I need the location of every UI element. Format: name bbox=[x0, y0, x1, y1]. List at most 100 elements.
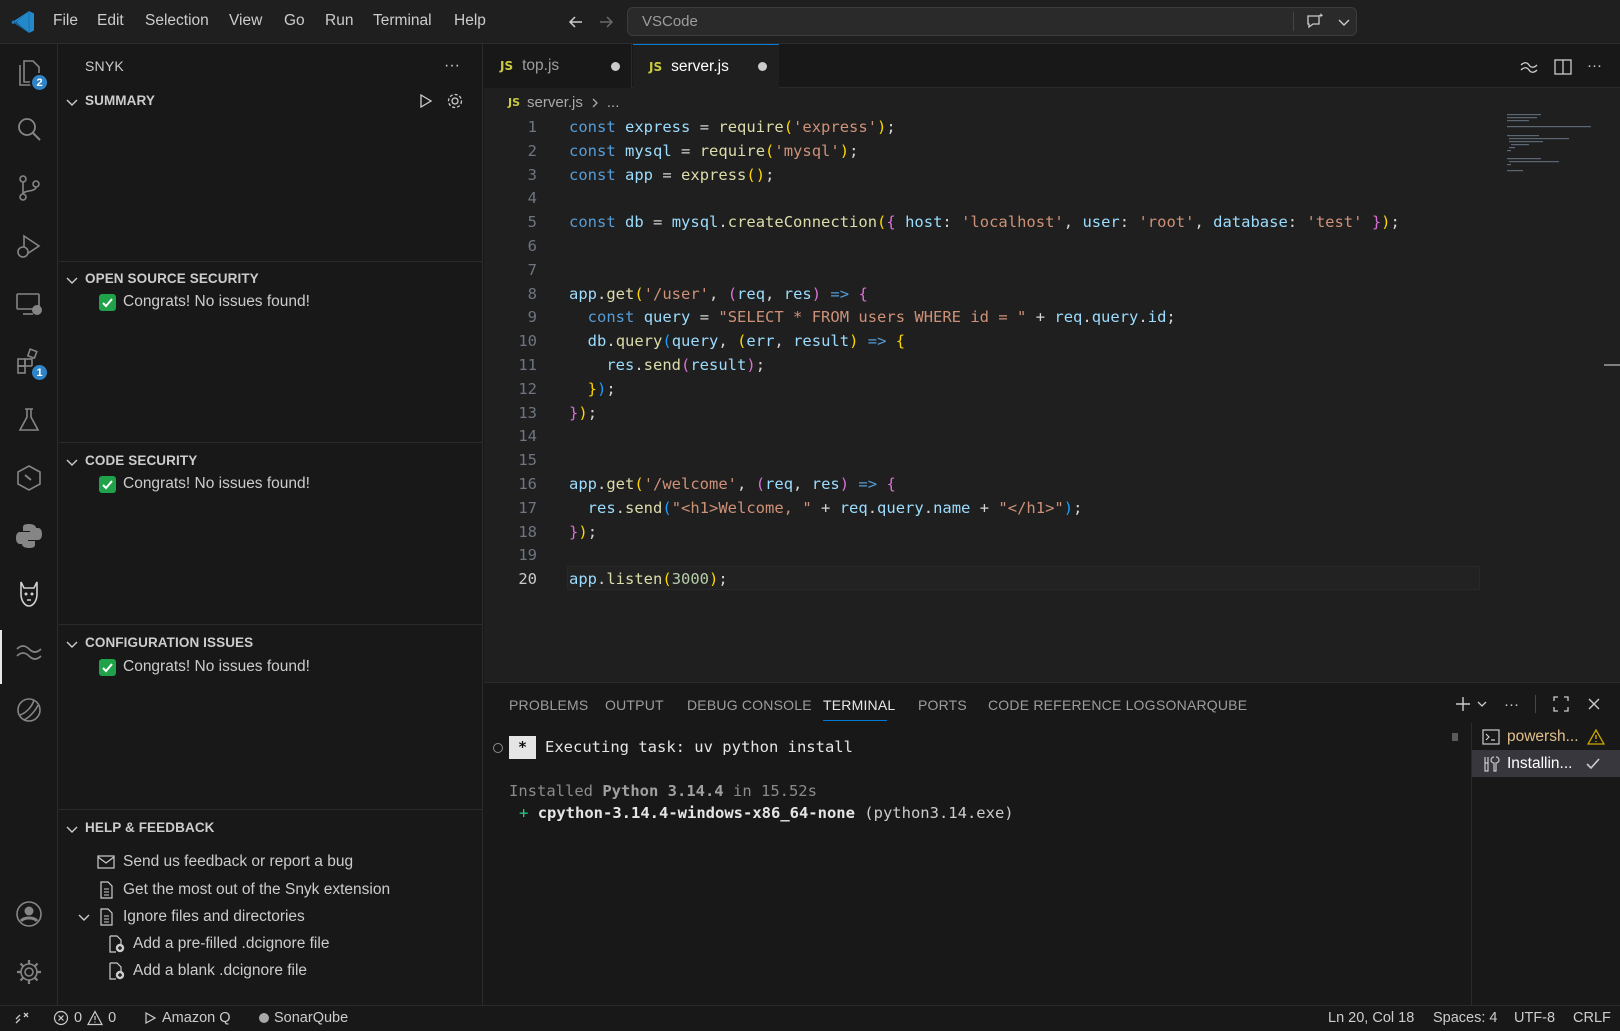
menu-terminal[interactable]: Terminal bbox=[373, 12, 432, 30]
help-item-ignore[interactable]: Ignore files and directories bbox=[77, 904, 305, 930]
code-line: }); bbox=[569, 522, 598, 541]
encoding[interactable]: UTF-8 bbox=[1514, 1010, 1555, 1026]
gear-icon[interactable] bbox=[445, 91, 465, 111]
cursor-position[interactable]: Ln 20, Col 18 bbox=[1328, 1010, 1414, 1026]
settings-gear-icon[interactable] bbox=[0, 944, 58, 1000]
section-title: OPEN SOURCE SECURITY bbox=[85, 271, 259, 286]
remote-indicator[interactable] bbox=[14, 1010, 30, 1026]
terminal-output[interactable]: * Executing task: uv python install Inst… bbox=[484, 723, 1442, 1006]
line-number: 14 bbox=[518, 427, 537, 446]
terminal-item-installing[interactable]: Installin... bbox=[1472, 750, 1620, 777]
no-issues-text: Congrats! No issues found! bbox=[123, 658, 310, 675]
tab-output[interactable]: OUTPUT bbox=[605, 697, 664, 713]
amazon-q-wave-icon[interactable] bbox=[1519, 57, 1539, 77]
unsaved-dot-icon[interactable] bbox=[758, 62, 767, 71]
section-summary[interactable]: SUMMARY bbox=[59, 88, 483, 116]
more-actions-icon[interactable]: ··· bbox=[1587, 57, 1602, 77]
code-line: const app = express(); bbox=[569, 165, 775, 184]
activity-bar: 2 1 bbox=[0, 44, 58, 1005]
end-of-line[interactable]: CRLF bbox=[1573, 1010, 1611, 1026]
help-item-prefilled[interactable]: Add a pre-filled .dcignore file bbox=[107, 931, 329, 957]
menu-selection[interactable]: Selection bbox=[145, 12, 209, 30]
chevron-down-icon[interactable] bbox=[1476, 698, 1488, 710]
unsaved-dot-icon[interactable] bbox=[611, 62, 620, 71]
maximize-panel-icon[interactable] bbox=[1552, 695, 1570, 713]
section-help-feedback[interactable]: HELP & FEEDBACK bbox=[59, 815, 483, 843]
menu-help[interactable]: Help bbox=[454, 12, 486, 30]
terminal-scrollbar[interactable] bbox=[1452, 733, 1458, 741]
python-version: Python 3.14.4 bbox=[602, 782, 724, 800]
amazon-q-wave-icon[interactable] bbox=[0, 624, 58, 680]
more-actions-icon[interactable]: ··· bbox=[1504, 696, 1519, 713]
sonarqube-status[interactable]: SonarQube bbox=[259, 1010, 348, 1026]
terminal-item-powershell[interactable]: powersh... bbox=[1472, 723, 1620, 750]
code-line: db.query(query, (err, result) => { bbox=[587, 332, 906, 351]
play-icon[interactable] bbox=[416, 92, 434, 110]
breadcrumb-rest[interactable]: ... bbox=[607, 94, 620, 111]
new-terminal-plus-icon[interactable] bbox=[1454, 695, 1472, 713]
breadcrumb-file[interactable]: server.js bbox=[527, 94, 583, 111]
tab-server-js[interactable]: JS server.js bbox=[633, 44, 779, 88]
tab-terminal[interactable]: TERMINAL bbox=[823, 697, 895, 713]
python-icon[interactable] bbox=[0, 508, 58, 564]
line-number: 19 bbox=[518, 546, 537, 565]
search-icon[interactable] bbox=[0, 102, 58, 158]
tools-icon bbox=[1484, 755, 1500, 772]
chevron-down-icon[interactable] bbox=[1336, 14, 1352, 30]
bottom-panel: PROBLEMS OUTPUT DEBUG CONSOLE TERMINAL P… bbox=[484, 682, 1620, 1006]
code-line: app.get('/welcome', (req, res) => { bbox=[569, 475, 896, 493]
menu-file[interactable]: File bbox=[53, 12, 78, 30]
help-item-blank[interactable]: Add a blank .dcignore file bbox=[107, 958, 307, 984]
tab-sonarqube[interactable]: SONARQUBE bbox=[1156, 697, 1247, 713]
snyk-icon[interactable] bbox=[0, 566, 58, 622]
close-icon[interactable] bbox=[1586, 696, 1602, 712]
package-exe: (python3.14.exe) bbox=[854, 804, 1014, 822]
line-number: 3 bbox=[527, 165, 537, 184]
explorer-icon[interactable]: 2 bbox=[0, 44, 58, 100]
help-item-feedback[interactable]: Send us feedback or report a bug bbox=[97, 849, 353, 875]
account-icon[interactable] bbox=[0, 886, 58, 942]
indentation[interactable]: Spaces: 4 bbox=[1433, 1010, 1498, 1026]
sidebar-title: SNYK bbox=[85, 58, 124, 74]
menu-go[interactable]: Go bbox=[284, 12, 305, 30]
tab-debug-console[interactable]: DEBUG CONSOLE bbox=[687, 697, 812, 713]
minimap[interactable] bbox=[1505, 112, 1615, 172]
text: Installed bbox=[509, 782, 603, 800]
code-line: const query = "SELECT * FROM users WHERE… bbox=[587, 308, 1176, 327]
menu-view[interactable]: View bbox=[229, 12, 262, 30]
status-label: SonarQube bbox=[274, 1010, 349, 1026]
terminal-installed-line: Installed Python 3.14.4 in 15.52s bbox=[509, 782, 817, 800]
tab-code-reference-log[interactable]: CODE REFERENCE LOG bbox=[988, 697, 1156, 713]
editor-tab-bar: JS top.js JS server.js ··· bbox=[484, 44, 1620, 88]
menu-run[interactable]: Run bbox=[325, 12, 353, 30]
gitlens-icon[interactable] bbox=[0, 450, 58, 506]
remote-explorer-icon[interactable] bbox=[0, 276, 58, 332]
tab-label: server.js bbox=[671, 57, 729, 75]
chat-sparkle-icon[interactable] bbox=[1304, 11, 1326, 33]
tab-top-js[interactable]: JS top.js bbox=[484, 44, 632, 88]
sonarqube-icon[interactable] bbox=[0, 682, 58, 738]
code-editor[interactable]: JS server.js ... 1 const express = requir… bbox=[484, 88, 1620, 682]
testing-flask-icon[interactable] bbox=[0, 392, 58, 448]
check-icon bbox=[1586, 757, 1601, 769]
tab-ports[interactable]: PORTS bbox=[918, 697, 967, 713]
command-center-search[interactable]: VSCode bbox=[627, 7, 1357, 36]
menu-edit[interactable]: Edit bbox=[97, 12, 124, 30]
more-actions-icon[interactable]: ··· bbox=[444, 57, 460, 75]
mail-icon bbox=[97, 855, 115, 869]
terminal-list: powersh... Installin... bbox=[1471, 723, 1620, 1006]
extensions-icon[interactable]: 1 bbox=[0, 334, 58, 390]
arrow-left-icon[interactable] bbox=[566, 12, 586, 32]
help-item-label: Ignore files and directories bbox=[123, 908, 305, 925]
help-item-most[interactable]: Get the most out of the Snyk extension bbox=[97, 877, 390, 903]
tab-problems[interactable]: PROBLEMS bbox=[509, 697, 588, 713]
section-configuration-issues[interactable]: CONFIGURATION ISSUES bbox=[59, 630, 483, 658]
arrow-right-icon[interactable] bbox=[596, 12, 616, 32]
split-editor-icon[interactable] bbox=[1553, 57, 1573, 77]
source-control-icon[interactable] bbox=[0, 160, 58, 216]
run-debug-icon[interactable] bbox=[0, 218, 58, 274]
amazon-q-status[interactable]: Amazon Q bbox=[143, 1010, 231, 1026]
warning-icon bbox=[87, 1010, 104, 1026]
problems-indicator[interactable]: 0 0 bbox=[53, 1010, 116, 1026]
warning-count: 0 bbox=[108, 1010, 117, 1026]
